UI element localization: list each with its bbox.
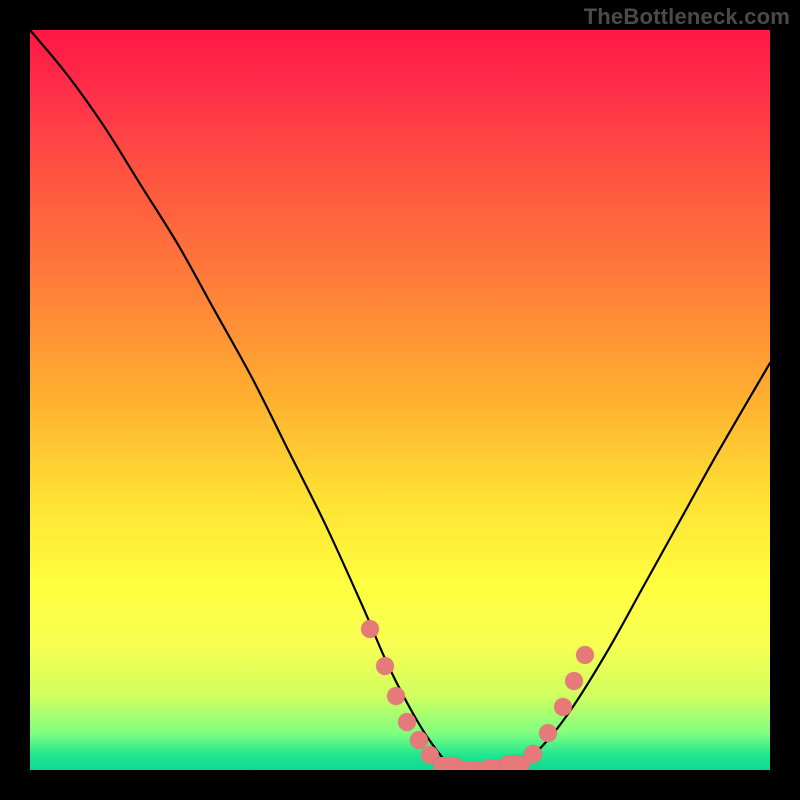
data-marker (361, 620, 379, 638)
curve-path (30, 30, 770, 770)
data-marker (554, 698, 572, 716)
data-marker (398, 713, 416, 731)
data-marker (539, 724, 557, 742)
data-marker (576, 646, 594, 664)
data-marker (376, 657, 394, 675)
plot-area (30, 30, 770, 770)
curve-svg (30, 30, 770, 770)
watermark-text: TheBottleneck.com (584, 4, 790, 30)
data-marker (387, 687, 405, 705)
data-marker (565, 672, 583, 690)
data-marker (524, 745, 542, 763)
